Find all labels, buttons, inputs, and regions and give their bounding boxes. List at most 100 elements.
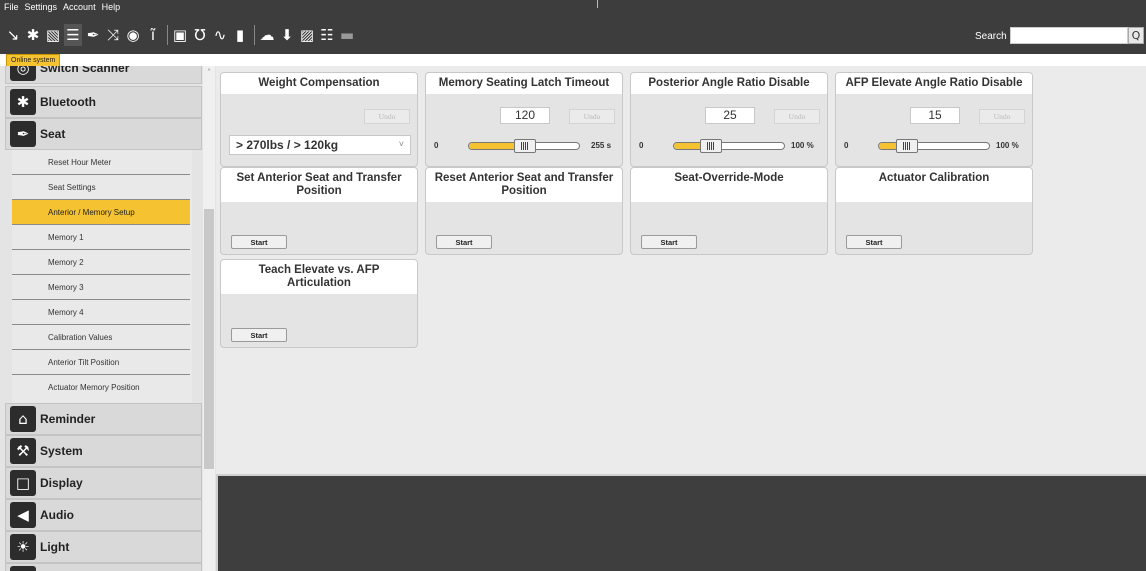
seat-override-mode-card: Seat-Override-Mode Start — [630, 167, 828, 255]
sidebar-category-seat[interactable]: ✒ Seat — [5, 118, 202, 150]
menu-settings[interactable]: Settings — [25, 0, 58, 16]
sidebar-item-seat-settings[interactable]: Seat Settings — [12, 175, 190, 200]
card-title: Teach Elevate vs. AFP Articulation — [221, 260, 417, 294]
sidebar-item-memory-1[interactable]: Memory 1 — [12, 225, 190, 250]
menu-account[interactable]: Account — [63, 0, 96, 16]
bluetooth-icon[interactable]: ✱ — [24, 24, 42, 46]
search-icon[interactable]: Q — [1128, 27, 1144, 44]
actuator-calibration-card: Actuator Calibration Start — [835, 167, 1033, 255]
slider-max-label: 255 s — [591, 141, 612, 150]
start-button[interactable]: Start — [641, 235, 697, 249]
undo-button[interactable]: Undo — [979, 109, 1025, 124]
sidebar-item-reset-hour-meter[interactable]: Reset Hour Meter — [12, 150, 190, 175]
chevron-down-icon: ˅ — [398, 139, 404, 149]
scanner-icon: ◎ — [10, 66, 36, 81]
sidebar-item-anterior-memory-setup[interactable]: Anterior / Memory Setup — [12, 200, 190, 225]
status-row — [0, 54, 1146, 66]
sidebar-category-switch-scanner[interactable]: ◎ Switch Scanner — [5, 66, 202, 84]
chat-icon[interactable]: ▬ — [338, 24, 356, 46]
menu-bar: File Settings Account Help — [4, 0, 120, 16]
slider-min-label: 0 — [434, 141, 439, 150]
slider-max-label: 100 % — [791, 141, 814, 150]
sidebar-category-bluetooth[interactable]: ✱ Bluetooth — [5, 86, 202, 118]
start-button[interactable]: Start — [846, 235, 902, 249]
set-anterior-seat-card: Set Anterior Seat and Transfer Position … — [220, 167, 418, 255]
lines-icon[interactable]: ☰ — [64, 24, 82, 46]
image-icon[interactable]: ▨ — [298, 24, 316, 46]
weight-select[interactable]: > 270lbs / > 120kg ˅ — [229, 135, 411, 155]
reset-anterior-seat-card: Reset Anterior Seat and Transfer Positio… — [425, 167, 623, 255]
sidebar-item-memory-3[interactable]: Memory 3 — [12, 275, 190, 300]
monitor-icon[interactable]: ▣ — [171, 24, 189, 46]
slider-thumb[interactable] — [699, 139, 722, 153]
download-icon[interactable]: ⬇ — [278, 24, 296, 46]
card-title: Reset Anterior Seat and Transfer Positio… — [426, 168, 622, 202]
posterior-angle-slider[interactable] — [673, 142, 785, 150]
afp-elevate-slider[interactable] — [878, 142, 990, 150]
sidebar-category-audio[interactable]: ◀ Audio — [5, 499, 202, 531]
sidebar-category-system[interactable]: ⚒ System — [5, 435, 202, 467]
card-title: Memory Seating Latch Timeout — [426, 73, 622, 94]
pulse-icon[interactable]: ∿ — [211, 24, 229, 46]
slider-max-label: 100 % — [996, 141, 1019, 150]
posterior-angle-input[interactable]: 25 — [705, 107, 755, 124]
divider — [597, 0, 598, 8]
speaker-icon: ◀ — [10, 502, 36, 528]
slider-fill — [469, 143, 521, 149]
slider-min-label: 0 — [639, 141, 644, 150]
sidebar-category-more[interactable] — [5, 563, 202, 571]
sidebar-item-anterior-tilt-position[interactable]: Anterior Tilt Position — [12, 350, 190, 375]
scanner-icon[interactable]: ↘ — [4, 24, 22, 46]
camera-icon[interactable]: ◉ — [124, 24, 142, 46]
toolbar-divider — [254, 25, 255, 45]
remote-icon[interactable]: ĩ — [144, 24, 162, 46]
main-panel: Weight Compensation Undo > 270lbs / > 12… — [216, 66, 1146, 474]
start-button[interactable]: Start — [231, 328, 287, 342]
start-button[interactable]: Start — [231, 235, 287, 249]
search-input[interactable] — [1010, 27, 1128, 44]
sidebar-scrollbar[interactable]: ˄ — [203, 66, 215, 571]
search-label: Search — [975, 31, 1007, 42]
card-title: AFP Elevate Angle Ratio Disable — [836, 73, 1032, 94]
sidebar-item-calibration-values[interactable]: Calibration Values — [12, 325, 190, 350]
start-button[interactable]: Start — [436, 235, 492, 249]
log-panel — [216, 474, 1146, 571]
shuffle-icon[interactable]: ⤨ — [104, 24, 122, 46]
stethoscope-icon[interactable]: ℧ — [191, 24, 209, 46]
sidebar-item-actuator-memory-position[interactable]: Actuator Memory Position — [12, 375, 190, 400]
cloud-icon[interactable]: ☁ — [258, 24, 276, 46]
seat-submenu: Reset Hour Meter Seat Settings Anterior … — [12, 150, 192, 403]
menu-file[interactable]: File — [4, 0, 19, 16]
slider-fill — [879, 143, 896, 149]
wrench-icon: ⚒ — [10, 438, 36, 464]
slider-fill — [674, 143, 702, 149]
sidebar-category-light[interactable]: ☀ Light — [5, 531, 202, 563]
latch-timeout-input[interactable]: 120 — [500, 107, 550, 124]
slider-thumb[interactable] — [514, 139, 537, 153]
menu-help[interactable]: Help — [102, 0, 121, 16]
card-title: Weight Compensation — [221, 73, 417, 94]
clipboard-icon[interactable]: ☷ — [318, 24, 336, 46]
scroll-up-icon[interactable]: ˄ — [203, 68, 215, 78]
sidebar-item-memory-4[interactable]: Memory 4 — [12, 300, 190, 325]
battery-icon[interactable]: ▮ — [231, 24, 249, 46]
sidebar-category-reminder[interactable]: ⌂ Reminder — [5, 403, 202, 435]
sidebar-category-display[interactable]: □ Display — [5, 467, 202, 499]
seat-icon: ✒ — [10, 121, 36, 147]
more-icon — [10, 566, 36, 571]
slider-thumb[interactable] — [895, 139, 918, 153]
undo-button[interactable]: Undo — [569, 109, 615, 124]
undo-button[interactable]: Undo — [774, 109, 820, 124]
scrollbar-thumb[interactable] — [204, 209, 214, 469]
undo-button[interactable]: Undo — [364, 109, 410, 124]
teach-elevate-card: Teach Elevate vs. AFP Articulation Start — [220, 259, 418, 348]
card-title: Actuator Calibration — [836, 168, 1032, 202]
memory-latch-timeout-card: Memory Seating Latch Timeout 120 Undo 0 … — [425, 72, 623, 167]
seat-icon[interactable]: ✒ — [84, 24, 102, 46]
bell-icon: ⌂ — [10, 406, 36, 432]
seat-display-icon[interactable]: ▧ — [44, 24, 62, 46]
sidebar-item-memory-2[interactable]: Memory 2 — [12, 250, 190, 275]
afp-elevate-input[interactable]: 15 — [910, 107, 960, 124]
afp-elevate-angle-card: AFP Elevate Angle Ratio Disable 15 Undo … — [835, 72, 1033, 167]
card-title: Seat-Override-Mode — [631, 168, 827, 202]
